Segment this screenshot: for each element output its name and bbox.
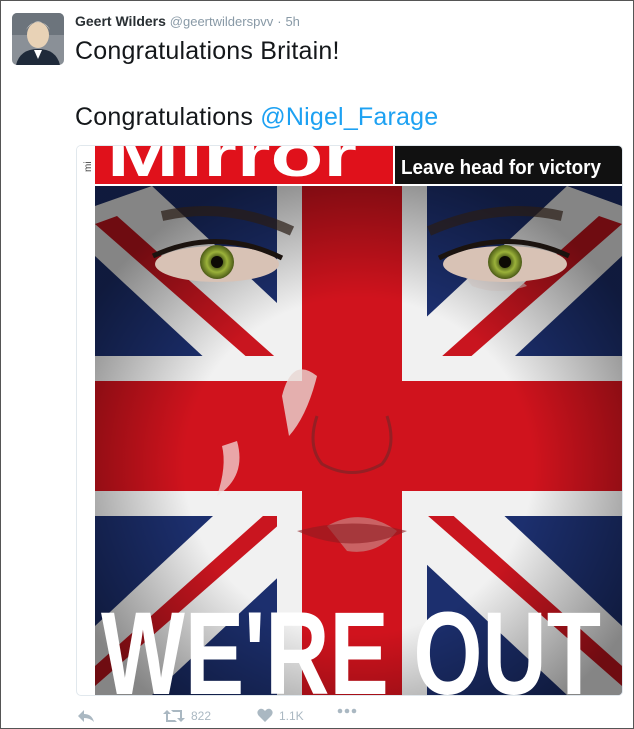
tweet-actions: 822 1.1K [77,708,477,728]
retweet-button[interactable]: 822 [163,708,211,724]
masthead-title: Mirror [107,146,357,190]
tweet-text-line-1: Congratulations Britain! [75,37,340,65]
retweet-icon [163,708,185,724]
author-handle[interactable]: @geertwilderspvv [170,14,274,29]
tweet-header: Geert Wilders @geertwilderspvv · 5h [75,13,300,30]
front-page-headline: WE'RE OUT [101,588,601,695]
author-name[interactable]: Geert Wilders [75,13,166,29]
more-icon [337,708,357,714]
retweet-count: 822 [191,709,212,723]
tweet-card: Geert Wilders @geertwilderspvv · 5h Cong… [0,0,634,729]
newspaper-front-page: mi Mirror Leave head for victory WE'RE O… [77,146,622,695]
reply-button[interactable] [77,708,95,724]
like-button[interactable]: 1.1K [257,708,304,723]
avatar-image [12,13,64,65]
header-separator: · [277,14,282,29]
heart-icon [257,708,273,723]
reply-icon [77,708,95,724]
tweet-media[interactable]: mi Mirror Leave head for victory WE'RE O… [76,145,623,696]
tweet-text-prefix: Congratulations [75,103,261,131]
tweet-text-line-2: Congratulations @Nigel_Farage [75,103,438,132]
tweet-timestamp[interactable]: 5h [285,14,299,29]
avatar[interactable] [12,13,64,65]
strap-text: Leave head for victory [401,157,602,179]
like-count: 1.1K [279,708,304,723]
more-button[interactable] [337,708,357,714]
mention-link[interactable]: @Nigel_Farage [260,103,438,131]
site-stub: mi [83,161,94,172]
